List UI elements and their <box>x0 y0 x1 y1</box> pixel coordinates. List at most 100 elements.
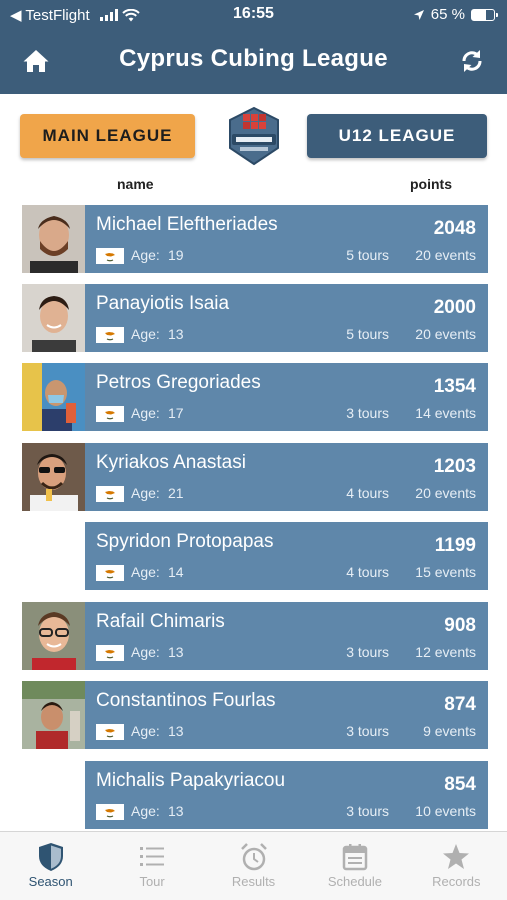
player-points: 1203 <box>433 456 476 477</box>
player-name: Rafail Chimaris <box>96 611 225 632</box>
refresh-button[interactable] <box>459 47 485 75</box>
tab-label: Season <box>28 874 73 889</box>
player-events: 14 events <box>415 405 476 421</box>
player-row[interactable]: Panayiotis Isaia Age: 13 2000 5 tours 20… <box>22 284 488 352</box>
cyprus-flag-icon <box>96 565 124 581</box>
app-header: Cyprus Cubing League <box>0 30 507 94</box>
alarm-clock-icon <box>240 843 267 871</box>
main-league-button[interactable]: MAIN LEAGUE <box>20 114 195 158</box>
player-age: 13 <box>168 803 184 819</box>
player-card: Panayiotis Isaia Age: 13 2000 5 tours 20… <box>85 284 488 352</box>
player-tours: 3 tours <box>346 405 389 421</box>
age-label: Age: <box>131 405 160 421</box>
player-avatar-empty <box>22 761 85 829</box>
player-tours: 5 tours <box>346 326 389 342</box>
tab-results[interactable]: Results <box>203 832 304 900</box>
player-age: 13 <box>168 723 184 739</box>
player-name: Constantinos Fourlas <box>96 690 276 711</box>
battery-percent: 65 % <box>430 6 465 23</box>
cyprus-flag-icon <box>96 406 124 422</box>
player-name: Michalis Papakyriacou <box>96 770 286 791</box>
age-label: Age: <box>131 247 160 263</box>
player-card: Michael Eleftheriades Age: 19 2048 5 tou… <box>85 205 488 273</box>
player-row[interactable]: Petros Gregoriades Age: 17 1354 3 tours … <box>22 363 488 431</box>
player-tours: 4 tours <box>346 485 389 501</box>
battery-level <box>472 9 487 20</box>
player-tours: 3 tours <box>346 803 389 819</box>
player-events: 20 events <box>415 326 476 342</box>
player-name: Michael Eleftheriades <box>96 214 278 235</box>
player-row[interactable]: Michalis Papakyriacou Age: 13 854 3 tour… <box>22 761 488 829</box>
player-avatar <box>22 205 85 273</box>
player-row[interactable]: Michael Eleftheriades Age: 19 2048 5 tou… <box>22 205 488 273</box>
status-right: 65 % <box>413 6 498 23</box>
player-avatar <box>22 602 85 670</box>
status-bar: ◀ TestFlight 16:55 65 % <box>0 0 507 30</box>
tab-records[interactable]: Records <box>406 832 507 900</box>
player-name: Petros Gregoriades <box>96 372 261 393</box>
tab-label: Records <box>432 874 481 889</box>
player-card: Spyridon Protopapas Age: 14 1199 4 tours… <box>85 522 488 590</box>
u12-league-button[interactable]: U12 LEAGUE <box>307 114 487 158</box>
player-name: Kyriakos Anastasi <box>96 452 246 473</box>
location-arrow-icon <box>413 9 424 20</box>
refresh-icon <box>462 50 482 72</box>
player-events: 15 events <box>415 564 476 580</box>
player-name: Panayiotis Isaia <box>96 293 230 314</box>
player-age: 13 <box>168 644 184 660</box>
player-events: 9 events <box>423 723 476 739</box>
player-name: Spyridon Protopapas <box>96 531 274 552</box>
column-header-name: name <box>117 176 154 192</box>
player-events: 20 events <box>415 485 476 501</box>
tab-label: Results <box>231 874 276 889</box>
tab-label: Schedule <box>327 874 383 889</box>
player-tours: 4 tours <box>346 564 389 580</box>
age-label: Age: <box>131 644 160 660</box>
tab-schedule[interactable]: Schedule <box>304 832 405 900</box>
column-header-points: points <box>410 176 452 192</box>
player-row[interactable]: Rafail Chimaris Age: 13 908 3 tours 12 e… <box>22 602 488 670</box>
player-avatar-empty <box>22 522 85 590</box>
calendar-icon <box>342 844 368 871</box>
cyprus-flag-icon <box>96 486 124 502</box>
age-label: Age: <box>131 485 160 501</box>
shield-icon <box>38 843 63 871</box>
player-card: Rafail Chimaris Age: 13 908 3 tours 12 e… <box>85 602 488 670</box>
player-row[interactable]: Spyridon Protopapas Age: 14 1199 4 tours… <box>22 522 488 590</box>
player-row[interactable]: Kyriakos Anastasi Age: 21 1203 4 tours 2… <box>22 443 488 511</box>
cubing-league-logo <box>229 106 279 166</box>
player-points: 1354 <box>433 376 476 397</box>
tab-tour[interactable]: Tour <box>101 832 202 900</box>
player-card: Constantinos Fourlas Age: 13 874 3 tours… <box>85 681 488 749</box>
cyprus-flag-icon <box>96 804 124 820</box>
player-points: 2000 <box>433 297 476 318</box>
player-tours: 3 tours <box>346 723 389 739</box>
tab-season[interactable]: Season <box>0 832 101 900</box>
player-card: Petros Gregoriades Age: 17 1354 3 tours … <box>85 363 488 431</box>
tab-label: Tour <box>139 874 165 889</box>
player-row[interactable]: Constantinos Fourlas Age: 13 874 3 tours… <box>22 681 488 749</box>
player-age: 13 <box>168 326 184 342</box>
player-points: 2048 <box>433 218 476 239</box>
player-events: 20 events <box>415 247 476 263</box>
player-avatar <box>22 681 85 749</box>
cyprus-flag-icon <box>96 645 124 661</box>
cyprus-flag-icon <box>96 248 124 264</box>
player-tours: 3 tours <box>346 644 389 660</box>
player-age: 14 <box>168 564 184 580</box>
player-events: 12 events <box>415 644 476 660</box>
age-label: Age: <box>131 803 160 819</box>
age-label: Age: <box>131 723 160 739</box>
player-points: 854 <box>444 774 476 795</box>
player-avatar <box>22 443 85 511</box>
cyprus-flag-icon <box>96 327 124 343</box>
age-label: Age: <box>131 564 160 580</box>
player-card: Michalis Papakyriacou Age: 13 854 3 tour… <box>85 761 488 829</box>
player-points: 1199 <box>434 535 476 556</box>
player-age: 17 <box>168 405 184 421</box>
player-avatar <box>22 363 85 431</box>
list-icon <box>140 847 165 866</box>
player-tours: 5 tours <box>346 247 389 263</box>
tab-bar: Season Tour Results Schedule Records <box>0 831 507 900</box>
player-points: 874 <box>444 694 476 715</box>
